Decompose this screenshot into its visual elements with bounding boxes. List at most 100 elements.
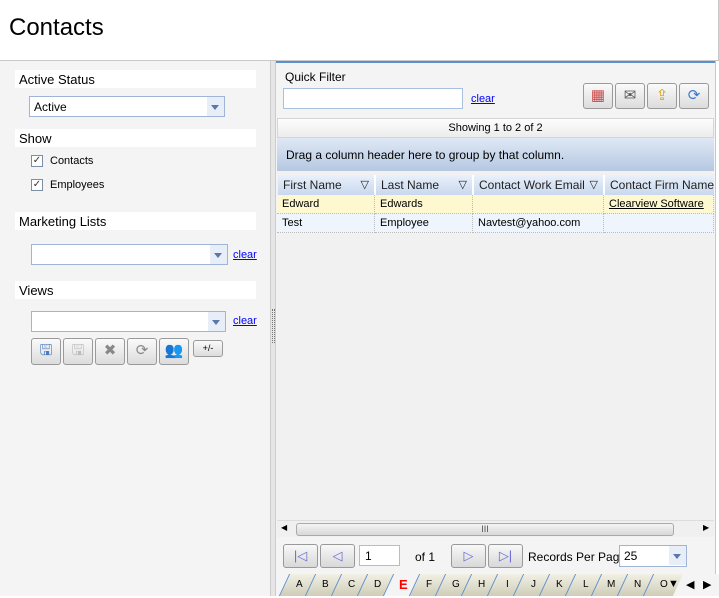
letter-tab-label: E — [399, 577, 408, 592]
marketing-lists-clear-link[interactable]: clear — [233, 249, 257, 261]
records-per-page-select[interactable]: 25 — [619, 545, 687, 567]
active-status-select[interactable]: Active — [29, 96, 225, 117]
letter-tab-label: J — [531, 579, 536, 590]
last-page-button[interactable]: ▷| — [488, 544, 523, 568]
employees-checkbox[interactable]: ✓ — [31, 179, 43, 191]
letter-tab-label: H — [477, 579, 486, 590]
horizontal-scrollbar[interactable]: ◀ III ▶ — [277, 520, 714, 537]
next-page-button[interactable]: ▷ — [451, 544, 486, 568]
users-icon: 👥 — [164, 342, 184, 359]
column-header-label: First Name — [283, 178, 342, 192]
letter-tab-label: A — [296, 579, 303, 590]
toggle-columns-button[interactable]: +/- — [193, 340, 223, 357]
chevron-down-icon — [207, 97, 224, 116]
letter-tab-label: C — [347, 579, 356, 590]
close-icon: ✖ — [103, 342, 117, 359]
scroll-left-icon[interactable]: ◀ — [281, 523, 287, 532]
alphabet-tabs: A B C D E F G H I J K L M N O — [276, 574, 719, 596]
last-page-icon: ▷| — [498, 548, 513, 563]
right-edge — [715, 61, 719, 596]
show-label: Show — [15, 129, 256, 147]
filter-icon[interactable]: ▽ — [459, 178, 467, 191]
save-view-button[interactable]: 🖫 — [63, 338, 93, 365]
scroll-right-icon[interactable]: ▶ — [703, 523, 709, 532]
active-status-label: Active Status — [15, 70, 256, 88]
table-row[interactable]: Edward Edwards Clearview Software — [277, 195, 714, 214]
column-chooser-button[interactable]: ▦ — [583, 83, 613, 109]
refresh-view-button[interactable]: ⟳ — [127, 338, 157, 365]
records-per-page-label: Records Per Page — [528, 550, 627, 564]
cell-work-email — [473, 195, 604, 214]
scrollbar-thumb[interactable]: III — [296, 523, 674, 536]
column-header-label: Contact Work Email — [479, 178, 585, 192]
tab-scroll-left-icon[interactable]: ◀ — [686, 578, 694, 591]
tab-scroll-right-icon[interactable]: ▶ — [703, 578, 711, 591]
cell-first-name: Edward — [277, 195, 375, 214]
email-icon: ✉ — [623, 87, 637, 104]
columns-icon: ▦ — [590, 87, 606, 104]
letter-tab-label: M — [607, 579, 616, 590]
page-title: Contacts — [9, 14, 104, 41]
chevron-down-icon — [669, 546, 686, 565]
filter-icon[interactable]: ▽ — [361, 178, 369, 191]
marketing-lists-label: Marketing Lists — [15, 212, 256, 230]
chevron-down-icon — [208, 312, 225, 331]
contacts-checkbox-label: Contacts — [50, 155, 94, 167]
views-clear-link[interactable]: clear — [233, 315, 257, 327]
column-header-first-name[interactable]: First Name ▽ — [278, 175, 376, 195]
cell-work-email: Navtest@yahoo.com — [473, 214, 604, 233]
table-row[interactable]: Test Employee Navtest@yahoo.com — [277, 214, 714, 233]
letter-tab-label: D — [373, 579, 382, 590]
views-select[interactable] — [31, 311, 226, 332]
email-button[interactable]: ✉ — [615, 83, 645, 109]
quick-filter-label: Quick Filter — [285, 70, 346, 84]
marketing-lists-select[interactable] — [31, 244, 228, 265]
quick-filter-input[interactable] — [283, 88, 463, 109]
letter-tab-label: B — [322, 579, 329, 590]
previous-icon: ◁ — [332, 548, 343, 563]
export-button[interactable]: ⇪ — [647, 83, 677, 109]
group-by-area[interactable]: Drag a column header here to group by th… — [277, 138, 714, 171]
cell-last-name: Edwards — [375, 195, 473, 214]
share-view-button[interactable]: 👥 — [159, 338, 189, 365]
chevron-down-icon — [210, 245, 227, 264]
splitter-grip[interactable] — [272, 309, 275, 343]
delete-view-button[interactable]: ✖ — [95, 338, 125, 365]
next-icon: ▷ — [463, 548, 474, 563]
quick-filter-clear-link[interactable]: clear — [471, 93, 495, 105]
records-per-page-value: 25 — [624, 549, 638, 563]
contacts-checkbox[interactable]: ✓ — [31, 155, 43, 167]
export-icon: ⇪ — [655, 87, 669, 104]
refresh-button[interactable]: ⟳ — [679, 83, 709, 109]
tab-menu-icon[interactable]: ▼ — [668, 578, 679, 590]
refresh-icon: ⟳ — [687, 87, 701, 104]
letter-tab-label: L — [582, 579, 589, 590]
page-number-input[interactable] — [359, 545, 400, 566]
cell-last-name: Employee — [375, 214, 473, 233]
letter-tab-label: F — [426, 579, 433, 590]
previous-page-button[interactable]: ◁ — [320, 544, 355, 568]
record-count: Showing 1 to 2 of 2 — [277, 118, 714, 138]
cell-firm-name-link[interactable]: Clearview Software — [604, 195, 714, 214]
letter-tab-label: N — [633, 579, 642, 590]
column-header-work-email[interactable]: Contact Work Email ▽ — [474, 175, 605, 195]
letter-tab-label: I — [506, 579, 509, 590]
active-status-value: Active — [34, 100, 67, 114]
views-label: Views — [15, 281, 256, 299]
column-header-label: Contact Firm Name — [610, 178, 714, 192]
cell-first-name: Test — [277, 214, 375, 233]
column-header-firm-name[interactable]: Contact Firm Name — [605, 175, 714, 195]
column-header-last-name[interactable]: Last Name ▽ — [376, 175, 474, 195]
contacts-grid: First Name ▽ Last Name ▽ Contact Work Emai… — [277, 171, 714, 520]
letter-tab-label: G — [451, 579, 460, 590]
view-help-button[interactable]: 🖫 — [31, 338, 61, 365]
letter-tab-label: K — [556, 579, 563, 590]
first-page-icon: |◁ — [293, 548, 308, 563]
page-count: of 1 — [415, 550, 436, 564]
filter-icon[interactable]: ▽ — [590, 178, 598, 191]
column-header-label: Last Name — [381, 178, 440, 192]
page-header: Contacts — [0, 0, 719, 61]
first-page-button[interactable]: |◁ — [283, 544, 318, 568]
cell-firm-name — [604, 214, 714, 233]
save-icon: 🖫 — [71, 342, 85, 359]
